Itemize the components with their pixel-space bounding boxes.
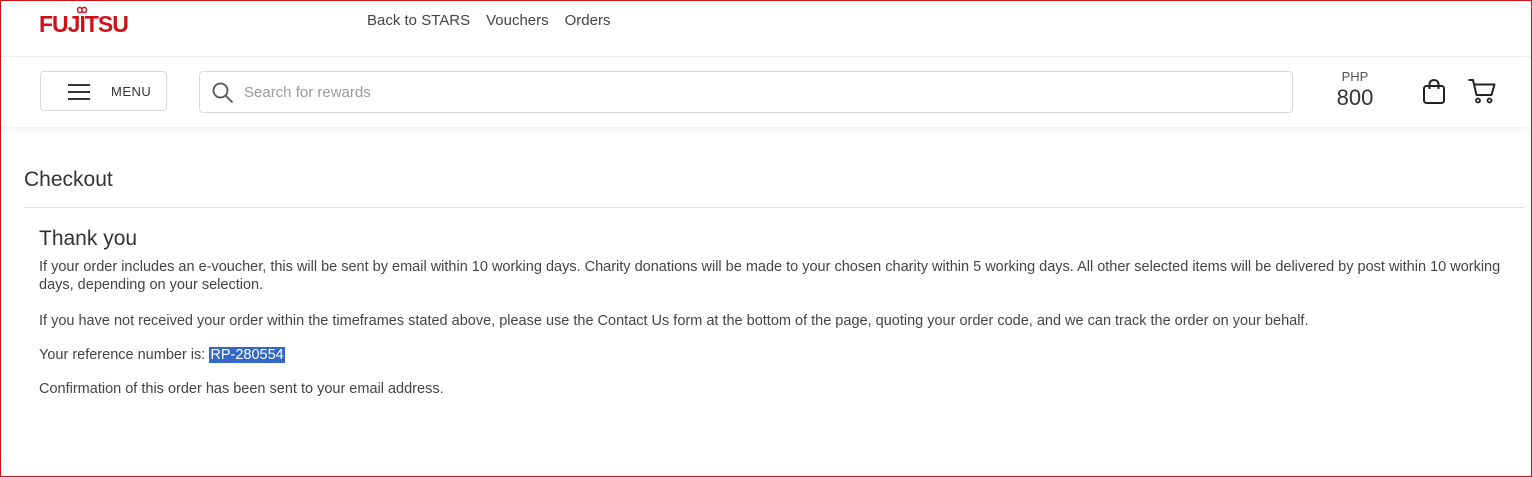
balance-currency: PHP (1341, 69, 1369, 84)
cart-icon[interactable] (1467, 77, 1497, 105)
balance-amount: 800 (1336, 85, 1374, 110)
menu-button[interactable]: MENU (40, 71, 167, 111)
top-nav-link-back-to-stars[interactable]: Back to STARS (367, 12, 470, 29)
confirmation-text: Confirmation of this order has been sent… (39, 381, 444, 397)
search-input[interactable] (244, 80, 1274, 104)
reference-line: Your reference number is: RP-280554 (39, 346, 1519, 364)
menu-label: MENU (111, 84, 152, 99)
contact-info-text: If you have not received your order with… (39, 313, 1309, 329)
fujitsu-logo[interactable]: FUJITSU (39, 5, 129, 45)
header-bar: MENU PHP 800 (1, 57, 1531, 127)
reference-number[interactable]: RP-280554 (209, 347, 285, 363)
thank-you-heading: Thank you (39, 227, 138, 250)
top-nav-link-orders[interactable]: Orders (565, 12, 611, 29)
logo-text: FUJITSU (39, 11, 129, 37)
page-frame: FUJITSU Back to STARS Vouchers Orders ME… (0, 0, 1532, 477)
hamburger-icon (68, 84, 90, 100)
top-nav: Back to STARS Vouchers Orders (367, 12, 610, 29)
search-box (199, 71, 1293, 113)
top-nav-link-vouchers[interactable]: Vouchers (486, 12, 549, 29)
delivery-info-text: If your order includes an e-voucher, thi… (39, 259, 1501, 293)
shopping-bag-icon[interactable] (1421, 78, 1447, 106)
top-bar: FUJITSU Back to STARS Vouchers Orders (1, 1, 1531, 57)
points-balance: PHP 800 (1327, 69, 1383, 111)
reference-label: Your reference number is: (39, 347, 210, 363)
search-icon[interactable] (211, 81, 235, 105)
checkout-confirmation: Thank you If your order includes an e-vo… (39, 227, 1519, 398)
logo-infinity-icon (76, 6, 88, 14)
title-divider (24, 207, 1524, 208)
page-title: Checkout (24, 168, 113, 191)
